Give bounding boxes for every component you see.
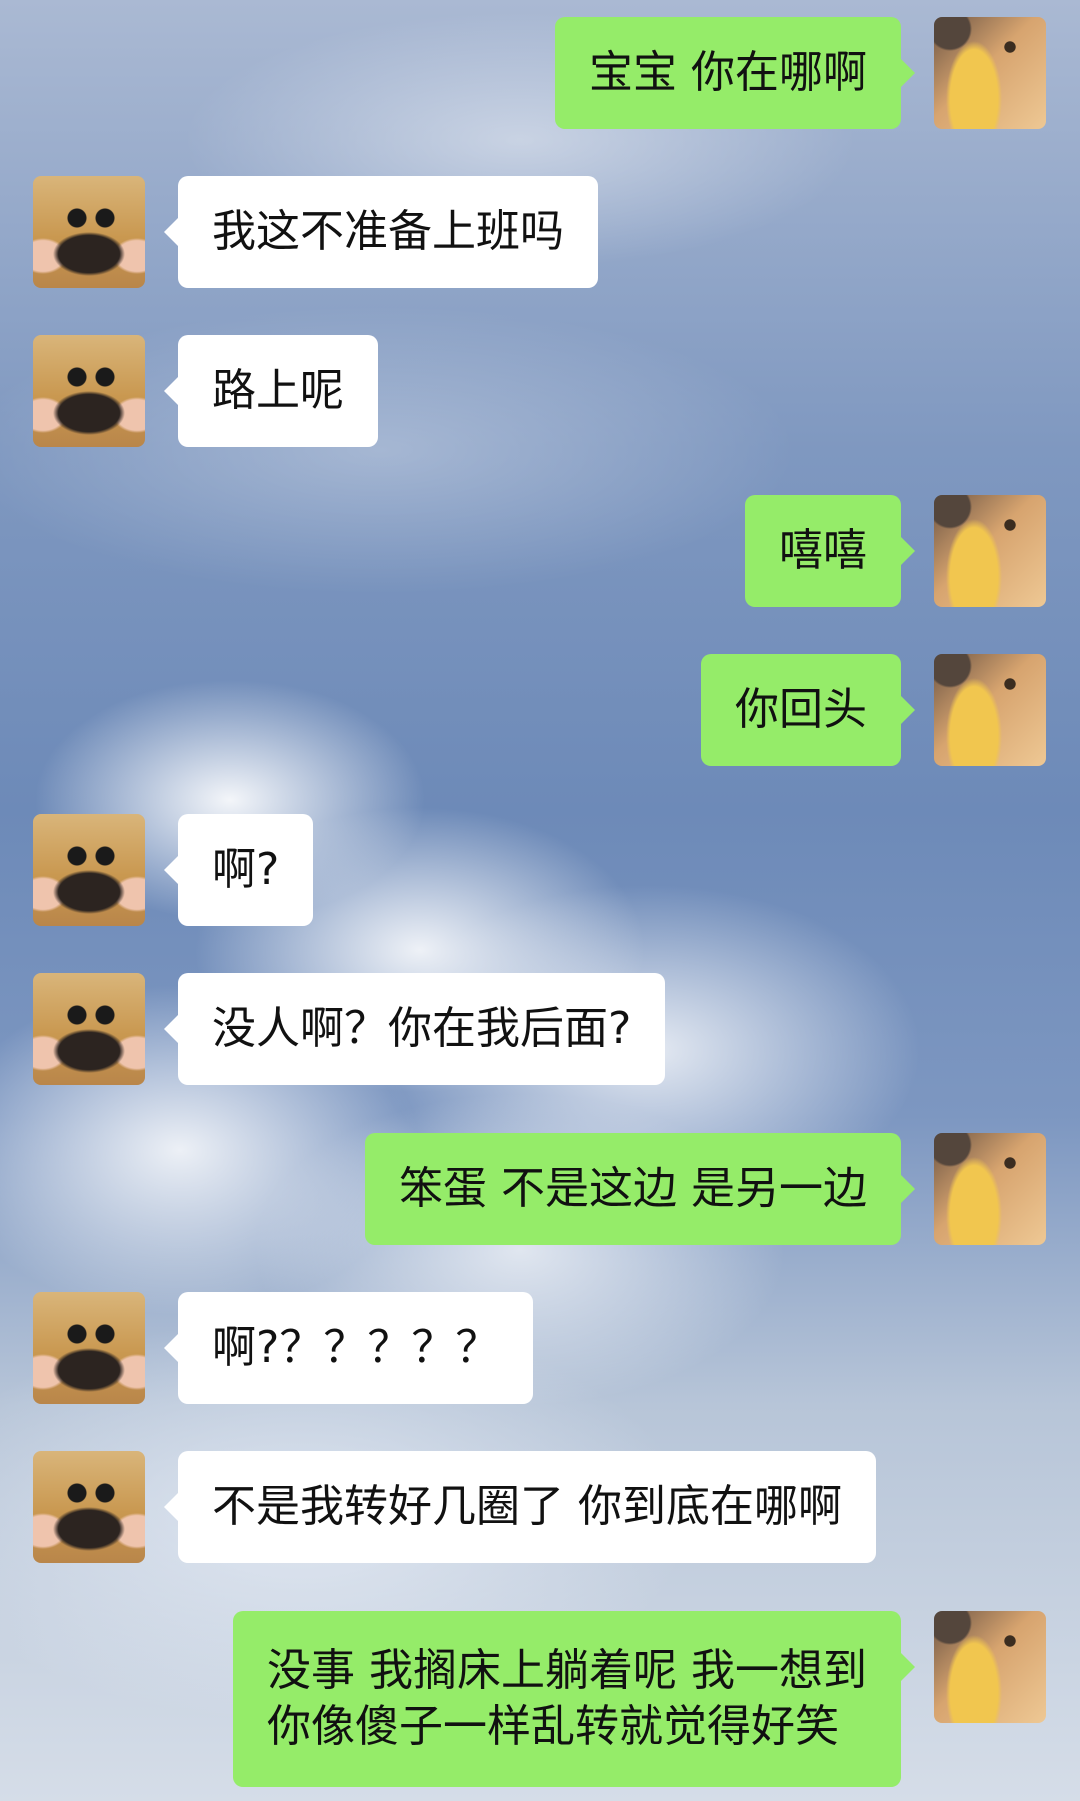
message-bubble-incoming[interactable]: 没人啊？你在我后面?	[163, 973, 666, 1085]
cat-avatar[interactable]	[934, 654, 1046, 766]
message-bubble-outgoing[interactable]: 笨蛋 不是这边 是另一边	[365, 1133, 915, 1245]
message-bubble-incoming[interactable]: 不是我转好几圈了 你到底在哪啊	[164, 1451, 876, 1563]
message-bubble-incoming[interactable]: 路上呢	[164, 335, 378, 447]
cat-avatar[interactable]	[934, 495, 1046, 607]
cat-avatar[interactable]	[934, 17, 1046, 129]
message-bubble-incoming[interactable]: 我这不准备上班吗	[164, 176, 598, 288]
message-bubble-incoming[interactable]: 啊?？？？？？	[163, 1292, 534, 1404]
message-bubble-outgoing[interactable]: 嘻嘻	[745, 495, 915, 607]
dog-avatar[interactable]	[33, 176, 145, 288]
dog-avatar[interactable]	[33, 814, 145, 926]
message-bubble-incoming[interactable]: 啊?	[163, 814, 314, 926]
dog-avatar[interactable]	[33, 1451, 145, 1563]
dog-avatar[interactable]	[33, 1292, 145, 1404]
dog-avatar[interactable]	[33, 973, 145, 1085]
cat-avatar[interactable]	[934, 1133, 1046, 1245]
dog-avatar[interactable]	[33, 335, 145, 447]
message-bubble-outgoing[interactable]: 你回头	[701, 654, 915, 766]
message-bubble-outgoing[interactable]: 宝宝 你在哪啊	[555, 17, 915, 129]
message-bubble-outgoing[interactable]: 没事 我搁床上躺着呢 我一想到 你像傻子一样乱转就觉得好笑	[233, 1611, 915, 1787]
cat-avatar[interactable]	[934, 1611, 1046, 1723]
